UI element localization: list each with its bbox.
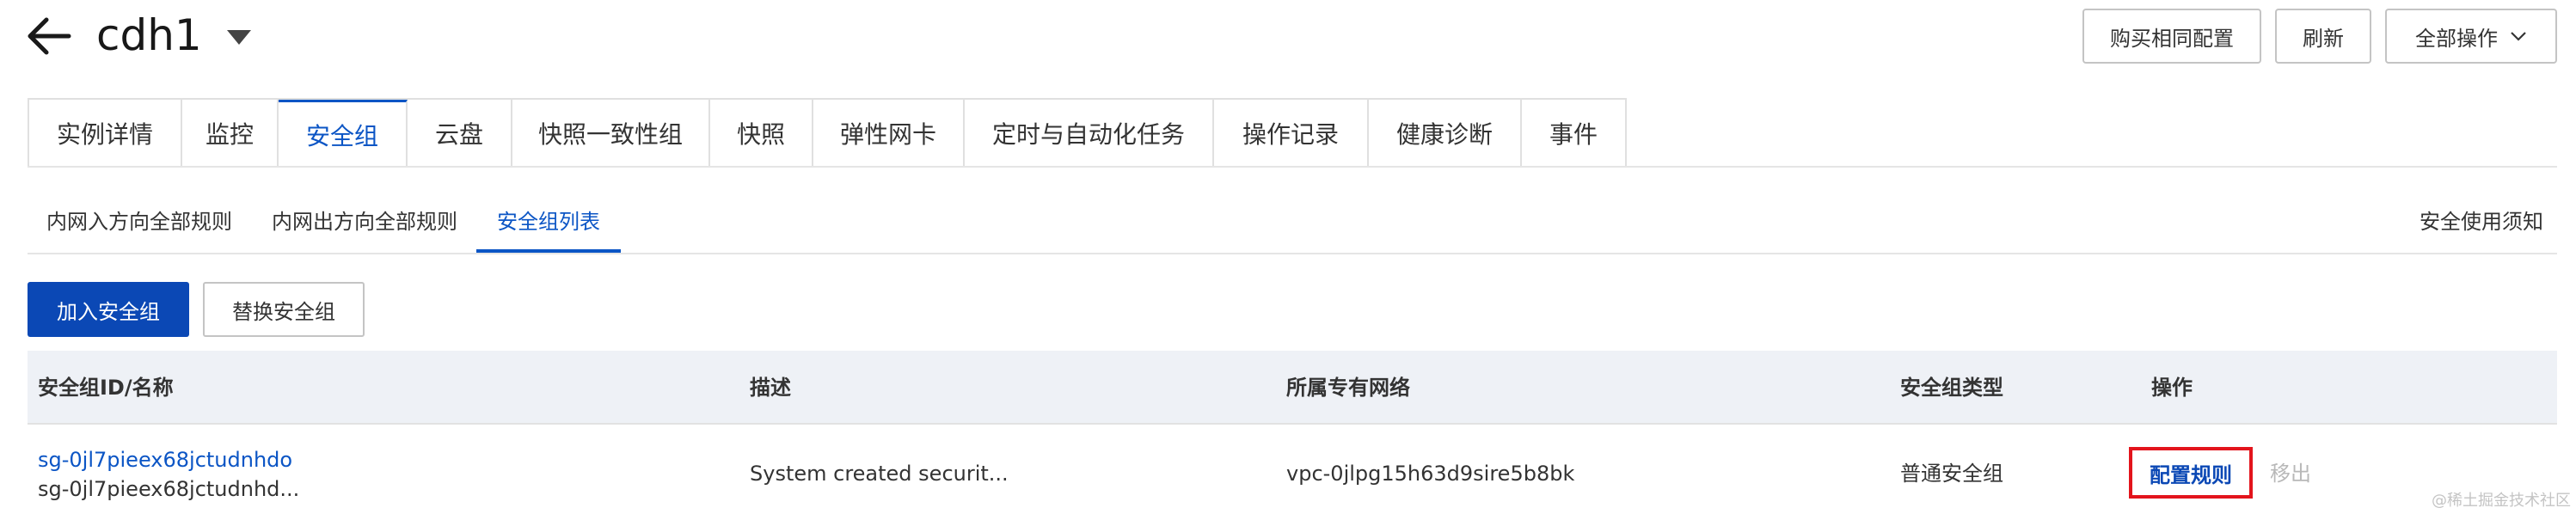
column-header-id-name: 安全组ID/名称 bbox=[38, 376, 174, 400]
column-header-vpc: 所属专有网络 bbox=[1286, 376, 1410, 400]
all-actions-dropdown[interactable]: 全部操作 bbox=[2385, 9, 2557, 64]
security-group-name: sg-0jl7pieex68jctudnhd... bbox=[38, 477, 300, 501]
subtab-outbound-rules[interactable]: 内网出方向全部规则 bbox=[272, 203, 457, 241]
main-tabs-divider bbox=[28, 166, 2557, 168]
remove-link: 移出 bbox=[2270, 462, 2311, 486]
column-header-actions: 操作 bbox=[2151, 376, 2193, 400]
config-rules-highlight: 配置规则 bbox=[2129, 447, 2253, 499]
config-rules-link[interactable]: 配置规则 bbox=[2150, 458, 2232, 488]
all-actions-label: 全部操作 bbox=[2415, 27, 2498, 51]
page: cdh1 购买相同配置 刷新 全部操作 实例详情 监控 安全组 云盘 快照一致性… bbox=[0, 0, 2576, 514]
back-arrow-icon[interactable] bbox=[26, 15, 72, 57]
security-notice-link[interactable]: 安全使用须知 bbox=[2420, 203, 2543, 241]
refresh-button[interactable]: 刷新 bbox=[2275, 9, 2371, 64]
table-header: 安全组ID/名称 描述 所属专有网络 安全组类型 操作 bbox=[28, 351, 2557, 425]
tab-monitoring[interactable]: 监控 bbox=[182, 100, 279, 167]
security-group-type: 普通安全组 bbox=[1900, 462, 2003, 486]
tab-cloud-disk[interactable]: 云盘 bbox=[408, 100, 512, 167]
security-group-vpc: vpc-0jlpg15h63d9sire5b8bk bbox=[1286, 462, 1575, 486]
tab-security-group[interactable]: 安全组 bbox=[279, 100, 408, 167]
subtab-security-group-list[interactable]: 安全组列表 bbox=[497, 203, 600, 241]
watermark: @稀土掘金技术社区 bbox=[2432, 492, 2571, 510]
security-group-id-link[interactable]: sg-0jl7pieex68jctudnhdo bbox=[38, 447, 292, 473]
tab-instance-details[interactable]: 实例详情 bbox=[29, 100, 182, 167]
tab-snapshot[interactable]: 快照 bbox=[710, 100, 813, 167]
column-header-type: 安全组类型 bbox=[1900, 376, 2003, 400]
column-header-description: 描述 bbox=[750, 376, 791, 400]
tab-snapshot-consistency-group[interactable]: 快照一致性组 bbox=[512, 100, 710, 167]
tab-elastic-nic[interactable]: 弹性网卡 bbox=[813, 100, 965, 167]
security-group-description: System created securit... bbox=[750, 462, 1009, 486]
page-title: cdh1 bbox=[96, 10, 202, 60]
buy-similar-button[interactable]: 购买相同配置 bbox=[2082, 9, 2261, 64]
subtab-inbound-rules[interactable]: 内网入方向全部规则 bbox=[46, 203, 232, 241]
chevron-down-icon bbox=[2511, 32, 2526, 41]
title-chevron-down-icon[interactable] bbox=[225, 28, 253, 46]
tab-events[interactable]: 事件 bbox=[1522, 100, 1625, 167]
sub-tabs-divider bbox=[28, 253, 2557, 254]
tab-operation-records[interactable]: 操作记录 bbox=[1214, 100, 1369, 167]
replace-security-group-button[interactable]: 替换安全组 bbox=[203, 282, 365, 337]
tab-health-diagnosis[interactable]: 健康诊断 bbox=[1369, 100, 1522, 167]
main-tabs: 实例详情 监控 安全组 云盘 快照一致性组 快照 弹性网卡 定时与自动化任务 操… bbox=[28, 98, 1627, 167]
join-security-group-button[interactable]: 加入安全组 bbox=[28, 282, 189, 337]
tab-scheduled-automation-tasks[interactable]: 定时与自动化任务 bbox=[965, 100, 1214, 167]
